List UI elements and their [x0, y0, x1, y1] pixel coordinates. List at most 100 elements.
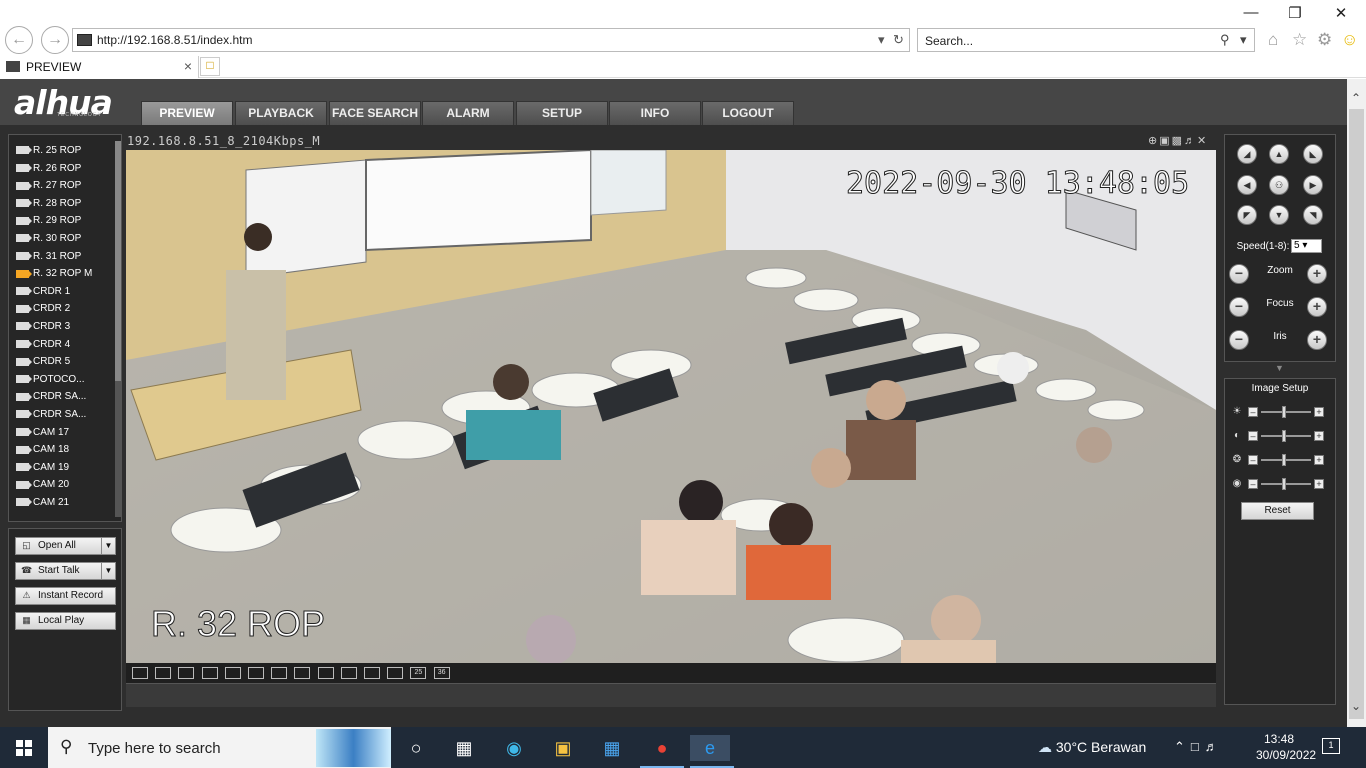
channel-item[interactable]: CRDR 1	[16, 286, 70, 302]
audio-icon[interactable]: ♬	[1184, 135, 1197, 147]
live-video-feed[interactable]: 2022-09-30 13:48:05 R. 32 ROP	[126, 150, 1216, 663]
camera-icon[interactable]: ▩	[1172, 135, 1184, 147]
nav-tab-alarm[interactable]: ALARM	[422, 101, 514, 125]
layout-split-button[interactable]	[364, 667, 380, 679]
iris-close-button[interactable]: −	[1229, 330, 1249, 350]
layout-split-button[interactable]	[387, 667, 404, 679]
layout-split-button[interactable]	[271, 667, 288, 679]
channel-item[interactable]: R. 30 ROP	[16, 233, 81, 249]
volume-muted-icon[interactable]: ♬	[1205, 739, 1224, 754]
ptz-center-zoom-button[interactable]: ⚇	[1269, 175, 1289, 195]
page-scrollbar-thumb[interactable]	[1349, 109, 1364, 719]
channel-item[interactable]: CAM 21	[16, 497, 69, 513]
channel-item[interactable]: CRDR 5	[16, 356, 70, 372]
nav-tab-setup[interactable]: SETUP	[516, 101, 608, 125]
forward-button[interactable]: →	[41, 26, 69, 54]
snapshot-icon[interactable]: ▣	[1159, 135, 1171, 147]
contrast-slider[interactable]	[1261, 435, 1311, 437]
channel-item[interactable]: R. 25 ROP	[16, 145, 81, 161]
address-dropdown-icon[interactable]: ▾	[878, 32, 885, 48]
hue-decrease-button[interactable]: –	[1248, 479, 1258, 489]
start-talk-dropdown-icon[interactable]: ▼	[101, 563, 115, 579]
browser-search-field[interactable]: Search... ⚲ ▾	[917, 28, 1255, 52]
ptz-up-left-button[interactable]: ◢	[1237, 144, 1257, 164]
layout-split-button[interactable]	[317, 667, 334, 679]
channel-item[interactable]: POTOCO...	[16, 374, 85, 390]
ptz-up-button[interactable]: ▲	[1269, 144, 1289, 164]
ptz-down-left-button[interactable]: ◤	[1237, 205, 1257, 225]
task-view-icon[interactable]: ▦	[451, 735, 477, 761]
channel-list-scrollbar[interactable]	[115, 141, 121, 517]
ptz-collapse-icon[interactable]: ▼	[1275, 363, 1284, 373]
zoom-in-button[interactable]: +	[1307, 264, 1327, 284]
saturation-slider-knob[interactable]	[1282, 454, 1286, 466]
page-scrollbar[interactable]: ⌃ ⌄	[1347, 79, 1366, 727]
channel-item[interactable]: CAM 20	[16, 479, 69, 495]
channel-item[interactable]: R. 31 ROP	[16, 251, 81, 267]
restore-icon[interactable]: ❐	[1280, 4, 1310, 22]
close-video-icon[interactable]: ✕	[1197, 135, 1208, 147]
internet-explorer-icon[interactable]: e	[690, 735, 730, 761]
browser-tab-preview[interactable]: PREVIEW ×	[0, 56, 199, 78]
search-dropdown-icon[interactable]: ▾	[1240, 32, 1247, 48]
layout-split-button[interactable]	[155, 667, 172, 679]
layout-split-button[interactable]	[248, 667, 264, 679]
contrast-decrease-button[interactable]: –	[1248, 431, 1258, 441]
brightness-slider-knob[interactable]	[1282, 406, 1286, 418]
brightness-decrease-button[interactable]: –	[1248, 407, 1258, 417]
hue-slider-knob[interactable]	[1282, 478, 1286, 490]
focus-far-button[interactable]: +	[1307, 297, 1327, 317]
channel-item[interactable]: R. 28 ROP	[16, 198, 81, 214]
channel-item[interactable]: R. 27 ROP	[16, 180, 81, 196]
brightness-slider[interactable]	[1261, 411, 1311, 413]
saturation-decrease-button[interactable]: –	[1248, 455, 1258, 465]
close-tab-icon[interactable]: ×	[184, 58, 192, 74]
minimize-icon[interactable]: —	[1236, 4, 1266, 21]
taskbar-clock[interactable]: 13:48 30/09/2022	[1256, 731, 1316, 763]
ptz-down-button[interactable]: ▼	[1269, 205, 1289, 225]
instant-record-button[interactable]: ⚠ Instant Record	[15, 587, 116, 605]
new-tab-button[interactable]: □	[200, 57, 220, 76]
taskbar-search-box[interactable]: ⚲ Type here to search	[48, 727, 391, 768]
back-button[interactable]: ←	[5, 26, 33, 54]
nav-tab-logout[interactable]: LOGOUT	[702, 101, 794, 125]
scrollbar-thumb[interactable]	[115, 141, 121, 381]
channel-item[interactable]: R. 26 ROP	[16, 163, 81, 179]
address-bar[interactable]: http://192.168.8.51/index.htm ▾ ↻	[72, 28, 910, 52]
brightness-increase-button[interactable]: +	[1314, 407, 1324, 417]
start-talk-button[interactable]: ☎ Start Talk ▼	[15, 562, 116, 580]
layout-split-button[interactable]	[178, 667, 195, 679]
iris-open-button[interactable]: +	[1307, 330, 1327, 350]
file-explorer-icon[interactable]: ▣	[550, 735, 576, 761]
focus-near-button[interactable]: −	[1229, 297, 1249, 317]
nav-tab-face-search[interactable]: FACE SEARCH	[329, 101, 421, 125]
contrast-slider-knob[interactable]	[1282, 430, 1286, 442]
microsoft-store-icon[interactable]: ▦	[599, 735, 625, 761]
layout-split-button[interactable]	[132, 667, 148, 679]
scroll-up-icon[interactable]: ⌃	[1351, 91, 1361, 105]
hue-increase-button[interactable]: +	[1314, 479, 1324, 489]
channel-item[interactable]: R. 32 ROP M	[16, 268, 92, 284]
channel-item[interactable]: CAM 17	[16, 427, 69, 443]
channel-item[interactable]: CRDR SA...	[16, 391, 86, 407]
ptz-right-button[interactable]: ▶	[1303, 175, 1323, 195]
network-icon[interactable]: □	[1191, 739, 1205, 754]
saturation-increase-button[interactable]: +	[1314, 455, 1324, 465]
feedback-smiley-icon[interactable]: ☺	[1341, 30, 1358, 50]
layout-split-button[interactable]	[201, 667, 218, 679]
layout-split-button[interactable]	[294, 667, 311, 679]
channel-item[interactable]: CRDR 3	[16, 321, 70, 337]
reset-button[interactable]: Reset	[1241, 502, 1314, 520]
channel-item[interactable]: CRDR 4	[16, 339, 70, 355]
nav-tab-preview[interactable]: PREVIEW	[141, 101, 233, 125]
channel-item[interactable]: CAM 18	[16, 444, 69, 460]
hue-slider[interactable]	[1261, 483, 1311, 485]
ptz-down-right-button[interactable]: ◥	[1303, 205, 1323, 225]
cortana-icon[interactable]: ○	[403, 735, 429, 761]
zoom-out-button[interactable]: −	[1229, 264, 1249, 284]
contrast-increase-button[interactable]: +	[1314, 431, 1324, 441]
chrome-icon[interactable]: ●	[649, 735, 675, 761]
refresh-icon[interactable]: ↻	[893, 32, 904, 48]
channel-item[interactable]: CAM 19	[16, 462, 69, 478]
settings-gear-icon[interactable]: ⚙	[1317, 30, 1332, 50]
